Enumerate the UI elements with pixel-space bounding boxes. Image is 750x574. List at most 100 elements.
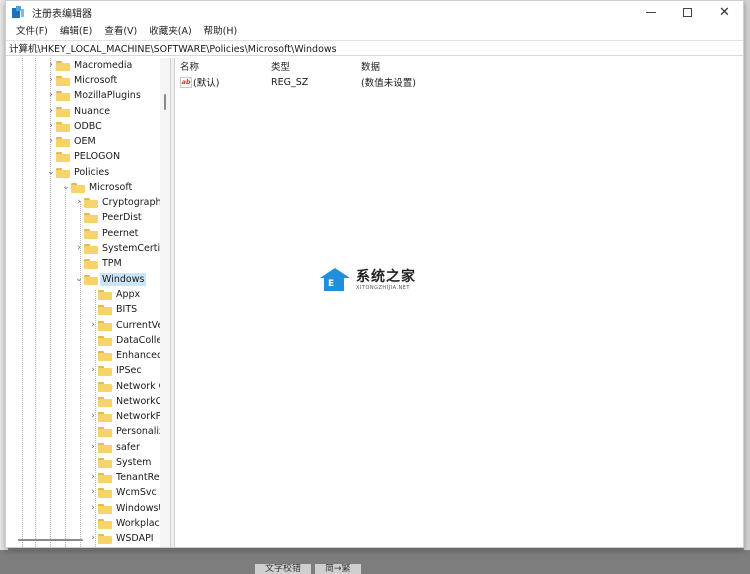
tree-item[interactable]: › MozillaPlugins xyxy=(46,88,141,103)
tree-item[interactable]: › Macromedia xyxy=(46,58,132,73)
folder-icon xyxy=(56,167,70,178)
background-tab[interactable]: 简→繁 xyxy=(315,564,361,574)
close-icon: ✕ xyxy=(719,4,730,20)
tree-item[interactable]: › Microsoft xyxy=(46,73,117,88)
folder-icon xyxy=(98,365,112,376)
tree-item[interactable]: Appx xyxy=(88,287,140,302)
expand-icon[interactable]: › xyxy=(88,409,98,424)
desktop-background-right xyxy=(744,0,750,574)
registry-tree[interactable]: › Macromedia › Microsoft › MozillaPlugins ›… xyxy=(6,58,171,547)
values-list[interactable]: 名称 类型 数据 ab (默认) REG_SZ (数值未设置) E 系统之家 X… xyxy=(175,58,743,547)
tree-item[interactable]: Peernet xyxy=(74,226,138,241)
tree-item[interactable]: ⌄ Microsoft xyxy=(61,180,132,195)
expand-icon[interactable]: › xyxy=(88,363,98,378)
tree-item[interactable]: EnhancedS xyxy=(88,348,169,363)
tree-horizontal-scrollbar[interactable] xyxy=(18,539,83,541)
expand-icon[interactable]: › xyxy=(46,119,56,134)
collapse-icon[interactable]: ⌄ xyxy=(46,165,56,180)
tree-item[interactable]: PeerDist xyxy=(74,210,142,225)
tree-item[interactable]: › IPSec xyxy=(88,363,141,378)
expand-icon[interactable]: › xyxy=(88,531,98,546)
tree-item-label: System xyxy=(116,457,152,468)
tree-item[interactable]: PELOGON xyxy=(46,149,120,164)
column-header-data[interactable]: 数据 xyxy=(359,59,380,73)
expand-icon[interactable]: › xyxy=(46,88,56,103)
tree-item-label: TPM xyxy=(102,258,122,269)
tree-item[interactable]: Workplace xyxy=(88,516,166,531)
tree-item[interactable]: › OEM xyxy=(46,134,96,149)
tree-item[interactable]: Network C xyxy=(88,379,165,394)
folder-icon xyxy=(56,121,70,132)
tree-item[interactable]: › WSDAPI xyxy=(88,531,154,546)
folder-icon xyxy=(84,274,98,285)
tree-item[interactable]: › CurrentVe xyxy=(88,318,163,333)
menu-favorites[interactable]: 收藏夹(A) xyxy=(143,23,197,40)
tree-item-label: TenantRes xyxy=(116,472,165,483)
folder-icon xyxy=(98,289,112,300)
tree-item[interactable]: BITS xyxy=(88,302,137,317)
background-tab[interactable]: 文字校错 xyxy=(255,564,312,574)
column-header-name[interactable]: 名称 xyxy=(175,59,267,73)
folder-icon xyxy=(98,381,112,392)
expand-icon[interactable]: › xyxy=(88,501,98,516)
tree-item[interactable]: Windows Adv xyxy=(74,546,165,547)
tree-item[interactable]: NetworkC xyxy=(88,394,162,409)
tree-item-label: Workplace xyxy=(116,518,166,529)
expand-icon[interactable]: › xyxy=(46,58,56,73)
column-header-type[interactable]: 类型 xyxy=(267,59,359,73)
menu-help[interactable]: 帮助(H) xyxy=(198,23,244,40)
desktop-background-bottom xyxy=(0,550,750,574)
expand-icon[interactable]: › xyxy=(46,104,56,119)
tree-item[interactable]: › ODBC xyxy=(46,119,102,134)
expand-icon[interactable]: › xyxy=(46,73,56,88)
collapse-icon[interactable]: ⌄ xyxy=(61,180,71,195)
tree-item[interactable]: › SystemCertifi xyxy=(74,241,166,256)
menu-edit[interactable]: 编辑(E) xyxy=(54,23,98,40)
expand-icon[interactable]: › xyxy=(46,134,56,149)
tree-item-label: Microsoft xyxy=(74,75,118,86)
tree-item[interactable]: › Cryptograph xyxy=(74,195,161,210)
tree-item-label: Appx xyxy=(116,289,141,300)
tree-item[interactable]: TPM xyxy=(74,256,122,271)
menu-bar: 文件(F) 编辑(E) 查看(V) 收藏夹(A) 帮助(H) xyxy=(6,23,743,40)
expand-icon[interactable]: › xyxy=(74,195,84,210)
maximize-button[interactable] xyxy=(669,1,706,23)
folder-icon xyxy=(84,228,98,239)
tree-item[interactable]: System xyxy=(88,455,151,470)
value-row[interactable]: ab (默认) REG_SZ (数值未设置) xyxy=(175,74,743,90)
expand-icon[interactable]: › xyxy=(88,470,98,485)
tree-item[interactable]: Personaliz xyxy=(88,424,164,439)
collapse-icon[interactable]: ⌄ xyxy=(74,272,84,287)
expand-icon[interactable]: › xyxy=(88,318,98,333)
tree-item[interactable]: › safer xyxy=(88,440,140,455)
folder-icon xyxy=(98,442,112,453)
expand-icon[interactable]: › xyxy=(88,485,98,500)
tree-item-label: OEM xyxy=(74,136,96,147)
tree-item[interactable]: ⌄ Policies xyxy=(46,165,109,180)
close-button[interactable]: ✕ xyxy=(706,1,743,23)
tree-scroll-thumb[interactable] xyxy=(164,94,166,110)
tree-item-selected[interactable]: ⌄ Windows xyxy=(74,272,147,287)
folder-icon xyxy=(84,258,98,269)
tree-item[interactable]: › NetworkPr xyxy=(88,409,165,424)
folder-icon xyxy=(98,335,112,346)
minimize-button[interactable] xyxy=(632,1,669,23)
list-header: 名称 类型 数据 xyxy=(175,58,743,74)
folder-icon xyxy=(56,151,70,162)
tree-item-label: Nuance xyxy=(74,106,111,117)
title-bar[interactable]: 注册表编辑器 ✕ xyxy=(6,1,743,23)
folder-icon xyxy=(84,243,98,254)
tree-item[interactable]: › WindowsU xyxy=(88,501,165,516)
tree-item[interactable]: › WcmSvc xyxy=(88,485,157,500)
tree-item[interactable]: › Nuance xyxy=(46,104,110,119)
expand-icon[interactable]: › xyxy=(74,241,84,256)
tree-item[interactable]: DataCollec xyxy=(88,333,167,348)
tree-vertical-scrollbar[interactable] xyxy=(160,58,170,547)
tree-item-label: WSDAPI xyxy=(116,533,154,544)
menu-view[interactable]: 查看(V) xyxy=(98,23,143,40)
address-input[interactable] xyxy=(9,42,743,54)
content-area: › Macromedia › Microsoft › MozillaPlugins ›… xyxy=(6,58,743,547)
tree-item[interactable]: › TenantRes xyxy=(88,470,165,485)
expand-icon[interactable]: › xyxy=(88,440,98,455)
menu-file[interactable]: 文件(F) xyxy=(10,23,54,40)
